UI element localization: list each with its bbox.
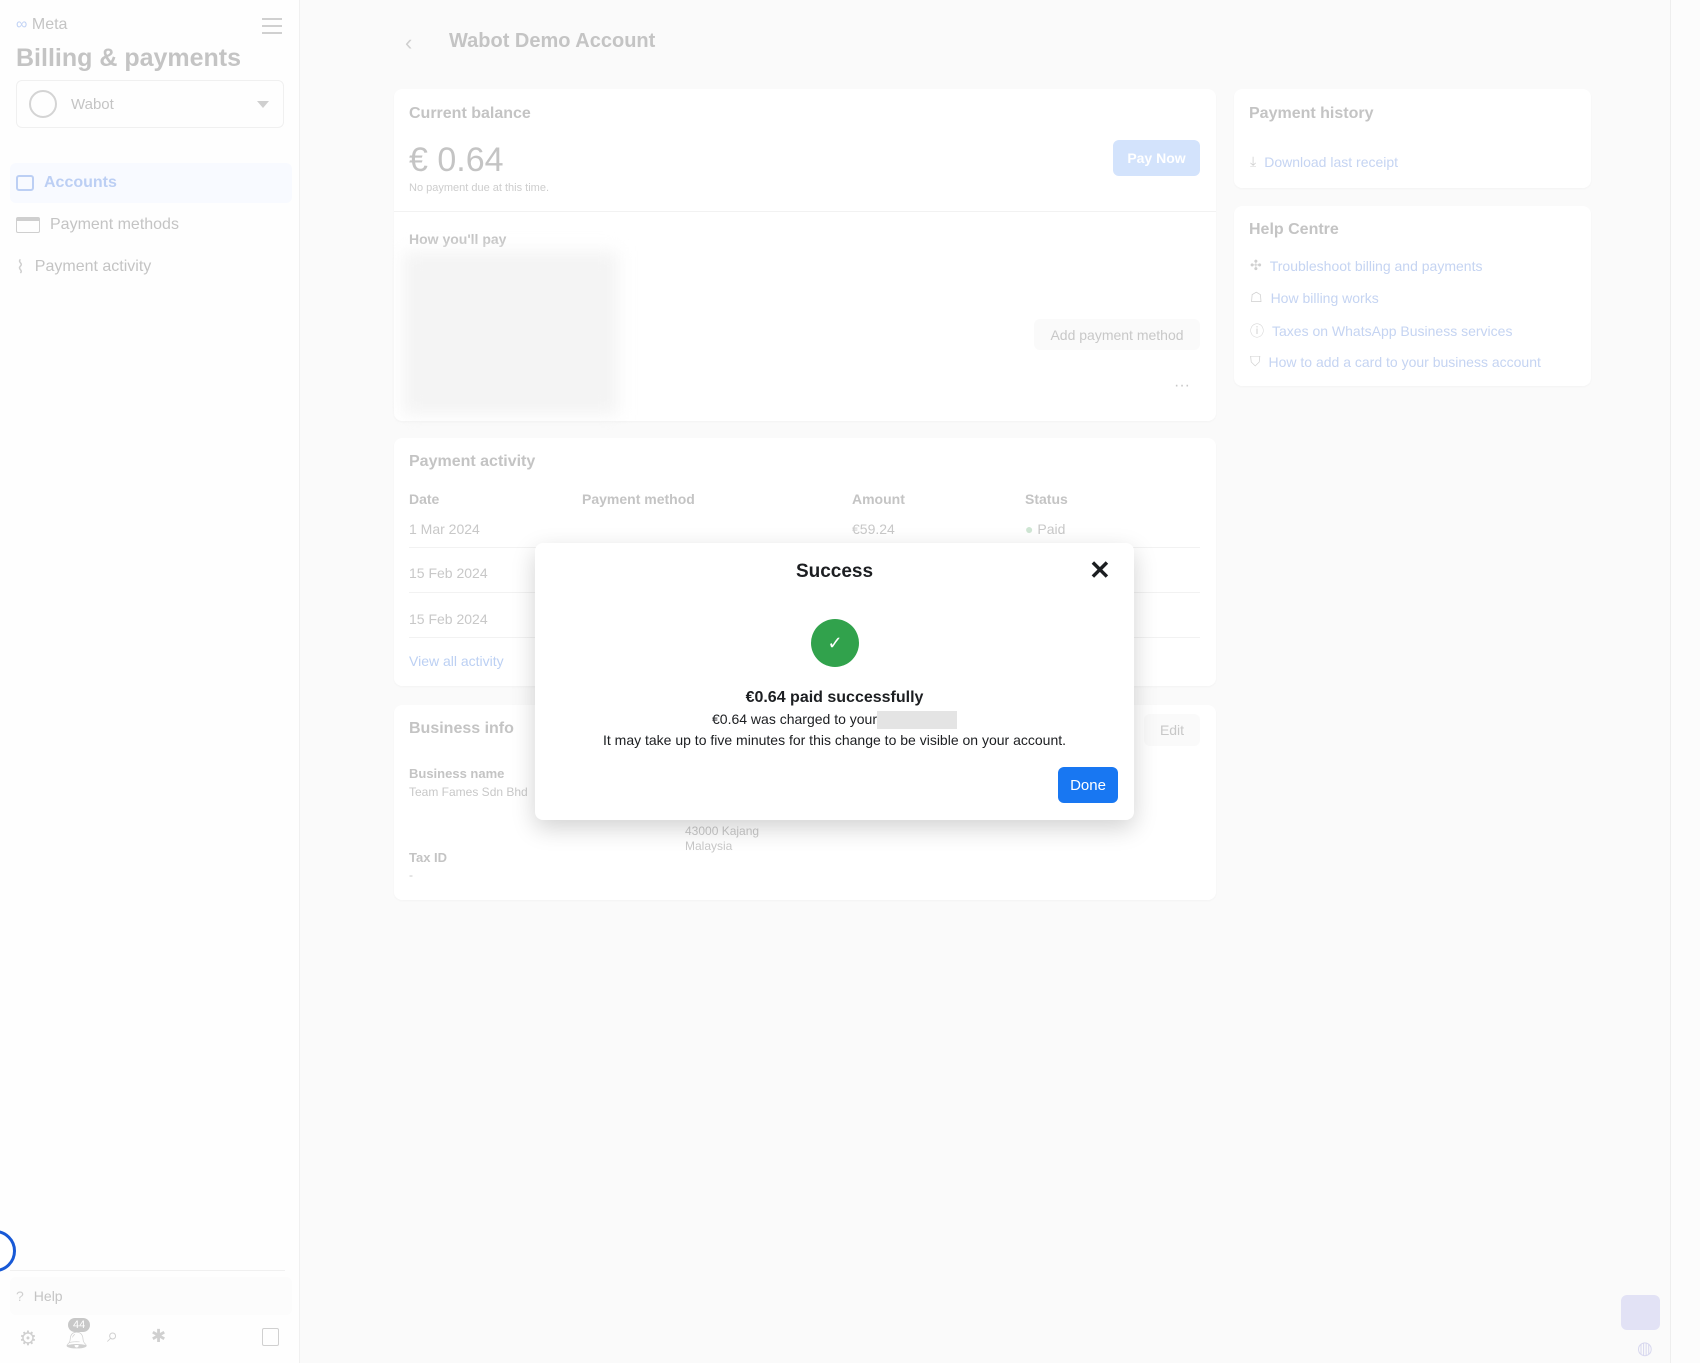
account-selector[interactable]: Wabot — [16, 80, 284, 128]
balance-card: Current balance € 0.64 No payment due at… — [394, 89, 1216, 421]
redacted-payment-method — [403, 251, 618, 415]
row-amount: €59.24 — [852, 521, 895, 537]
page-title: Billing & payments — [16, 44, 242, 72]
nav-label: Payment activity — [34, 258, 152, 275]
link-label: Download last receipt — [1264, 153, 1399, 170]
help-link-troubleshoot[interactable]: ✣ Troubleshoot billing and payments — [1250, 257, 1482, 274]
pay-now-button[interactable]: Pay Now — [1113, 140, 1200, 176]
close-icon[interactable]: ✕ — [1089, 555, 1111, 586]
link-label: How to add a card to your business accou… — [1268, 353, 1541, 370]
help-link-add-card[interactable]: ⛉ How to add a card to your business acco… — [1250, 353, 1541, 370]
notification-badge: 44 — [68, 1318, 91, 1332]
sidebar-item-payment-methods[interactable]: Payment methods — [10, 205, 292, 245]
add-payment-method-button[interactable]: Add payment method — [1034, 319, 1200, 350]
help-link-taxes[interactable]: ⓘ Taxes on WhatsApp Business services — [1250, 321, 1512, 341]
search-icon[interactable]: ⌕ — [107, 1325, 118, 1348]
panel-toggle-icon[interactable] — [262, 1328, 279, 1346]
how-pay-label: How you'll pay — [409, 231, 507, 247]
download-receipt-link[interactable]: ⤓ Download last receipt — [1250, 153, 1398, 170]
chat-button[interactable] — [1621, 1295, 1660, 1330]
bug-icon[interactable]: ✱ — [151, 1326, 166, 1347]
sidebar-item-payment-activity[interactable]: ⌇ Payment activity — [10, 247, 292, 287]
col-date: Date — [409, 491, 440, 507]
status-text: Paid — [1037, 521, 1066, 537]
help-link-billing[interactable]: ☖ How billing works — [1250, 289, 1379, 306]
business-name-label: Business name — [409, 766, 505, 781]
history-title: Payment history — [1249, 105, 1374, 122]
nav-label: Payment methods — [50, 216, 179, 233]
view-all-activity-link[interactable]: View all activity — [409, 653, 504, 669]
wabot-avatar-icon — [29, 90, 57, 118]
balance-note: No payment due at this time. — [409, 182, 550, 194]
address-line: Malaysia — [685, 839, 733, 853]
globe-icon[interactable]: ◍ — [1637, 1338, 1653, 1359]
col-payment-method: Payment method — [582, 491, 695, 507]
account-name: Wabot — [71, 95, 114, 113]
info-icon: ⓘ — [1250, 323, 1264, 339]
pulse-icon: ⌇ — [16, 256, 25, 277]
help-label: Help — [33, 1288, 63, 1304]
link-label: Taxes on WhatsApp Business services — [1272, 323, 1513, 339]
accounts-icon — [16, 175, 34, 191]
chevron-down-icon — [257, 101, 269, 114]
charged-line: €0.64 was charged to your — [535, 711, 1134, 730]
visibility-note: It may take up to five minutes for this … — [602, 732, 1067, 748]
row-status: ● Paid — [1025, 521, 1066, 537]
tax-id-label: Tax ID — [409, 850, 448, 865]
payment-history-card — [1234, 89, 1591, 188]
more-options-icon[interactable]: ··· — [1174, 377, 1190, 395]
tools-icon: ✣ — [1250, 257, 1262, 273]
link-label: Troubleshoot billing and payments — [1269, 257, 1483, 274]
activity-title: Payment activity — [409, 453, 536, 470]
row-date: 1 Mar 2024 — [409, 521, 480, 537]
row-date: 15 Feb 2024 — [409, 565, 488, 581]
meta-brand: Meta — [31, 16, 68, 33]
help-link[interactable]: ? Help — [10, 1277, 292, 1315]
business-name: Team Fames Sdn Bhd — [409, 785, 528, 799]
redacted-method — [877, 711, 957, 730]
nav-label: Accounts — [44, 174, 117, 191]
balance-amount: € 0.64 — [409, 141, 504, 179]
credit-card-icon — [16, 217, 40, 233]
download-icon: ⤓ — [1250, 153, 1257, 169]
divider — [394, 211, 1216, 212]
row-date: 15 Feb 2024 — [409, 611, 488, 627]
link-label: How billing works — [1270, 289, 1379, 306]
dialog-title: Success — [795, 561, 874, 582]
success-check-icon: ✓ — [811, 619, 859, 667]
business-title: Business info — [409, 720, 514, 737]
settings-icon[interactable]: ⚙ — [19, 1326, 37, 1351]
success-dialog: Success ✕ ✓ €0.64 paid successfully €0.6… — [535, 543, 1134, 820]
tax-id: - — [409, 868, 413, 882]
back-button[interactable]: ‹ — [405, 30, 412, 56]
meta-logo: ∞ Meta — [16, 16, 68, 33]
balance-title: Current balance — [409, 105, 531, 122]
account-title: Wabot Demo Account — [449, 30, 656, 52]
address-line: 43000 Kajang — [685, 824, 760, 838]
col-status: Status — [1025, 491, 1068, 507]
help-centre-title: Help Centre — [1249, 221, 1339, 238]
menu-icon[interactable] — [262, 18, 282, 34]
divider — [10, 1270, 285, 1271]
success-headline: €0.64 paid successfully — [745, 689, 924, 706]
question-icon: ? — [16, 1288, 24, 1304]
sidebar: ∞ Meta Billing & payments Wabot Accounts… — [0, 0, 300, 1363]
scrollbar[interactable] — [1670, 0, 1700, 1363]
done-button[interactable]: Done — [1058, 767, 1118, 803]
edit-button[interactable]: Edit — [1144, 714, 1200, 746]
col-amount: Amount — [852, 491, 905, 507]
sidebar-item-accounts[interactable]: Accounts — [10, 163, 292, 203]
hand-coin-icon: ☖ — [1250, 289, 1263, 305]
shield-icon: ⛉ — [1250, 353, 1261, 369]
charged-text: €0.64 was charged to your — [712, 711, 877, 727]
